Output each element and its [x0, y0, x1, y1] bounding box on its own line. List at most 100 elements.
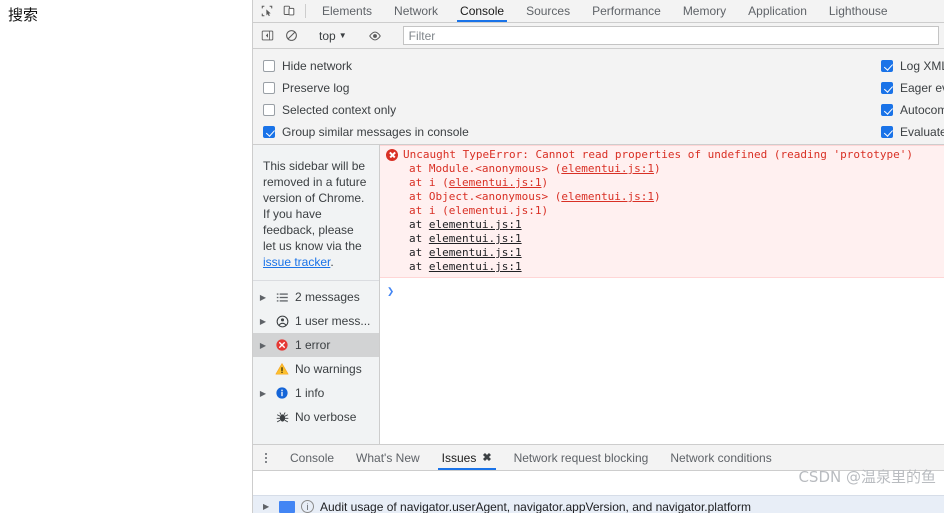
stack-frame-0-suffix: ): [654, 162, 661, 175]
stack-frame-3-prefix: at i (: [409, 204, 449, 217]
setting-evaluate-triggers[interactable]: Evaluate: [881, 121, 944, 143]
console-filter-input[interactable]: [402, 26, 939, 45]
close-icon[interactable]: ✖: [482, 451, 491, 464]
issue-tracker-link[interactable]: issue tracker: [263, 255, 330, 269]
sidebar-item-verbose[interactable]: ▶ No verbose: [253, 405, 379, 429]
stack-frame-4-link[interactable]: elementui.js:1: [429, 218, 522, 231]
setting-log-xhr[interactable]: Log XML: [881, 55, 944, 77]
stack-frame-5: at elementui.js:1: [380, 232, 944, 246]
expand-arrow-icon[interactable]: ▶: [257, 389, 269, 398]
console-message-list: Uncaught TypeError: Cannot read properti…: [380, 145, 944, 444]
log-xhr-checkbox[interactable]: [881, 60, 893, 72]
sidebar-item-info-label: 1 info: [295, 386, 325, 400]
sidebar-item-errors[interactable]: ▶ 1 error: [253, 333, 379, 357]
stack-frame-2-link[interactable]: elementui.js:1: [561, 190, 654, 203]
console-error-message[interactable]: Uncaught TypeError: Cannot read properti…: [380, 145, 944, 278]
sidebar-item-verbose-label: No verbose: [295, 410, 357, 424]
sidebar-item-user-messages[interactable]: ▶ 1 user mess...: [253, 309, 379, 333]
evaluate-triggers-checkbox[interactable]: [881, 126, 893, 138]
device-toolbar-icon[interactable]: [278, 0, 300, 22]
preserve-log-label: Preserve log: [282, 81, 350, 95]
console-sidebar-list: ▶ 2 messages ▶ 1 user mess... ▶ 1 error …: [253, 281, 379, 429]
stack-frame-3-link[interactable]: elementui.js:1: [449, 204, 542, 217]
clear-console-icon[interactable]: [279, 25, 303, 47]
inspect-element-icon[interactable]: [256, 0, 278, 22]
sidebar-item-messages[interactable]: ▶ 2 messages: [253, 285, 379, 309]
stack-frame-3: at i (elementui.js:1): [380, 204, 944, 218]
tab-performance[interactable]: Performance: [581, 0, 672, 22]
log-xhr-label: Log XML: [900, 59, 944, 73]
sidebar-item-warnings[interactable]: ▶ No warnings: [253, 357, 379, 381]
console-prompt[interactable]: ❯: [380, 282, 944, 300]
screenshot-root: 搜索 Elements Network Console Sources Perf…: [0, 0, 944, 513]
tab-console[interactable]: Console: [449, 0, 515, 22]
stack-frame-5-prefix: at: [409, 232, 429, 245]
setting-selected-context-only[interactable]: Selected context only: [263, 99, 469, 121]
issue-count-badge: [279, 500, 295, 513]
stack-frame-1-link[interactable]: elementui.js:1: [449, 176, 542, 189]
stack-frame-2: at Object.<anonymous> (elementui.js:1): [380, 190, 944, 204]
setting-group-similar[interactable]: Group similar messages in console: [263, 121, 469, 143]
stack-frame-1-suffix: ): [541, 176, 549, 189]
drawer-tab-network-conditions[interactable]: Network conditions: [659, 445, 782, 470]
selected-context-only-checkbox[interactable]: [263, 104, 275, 116]
sidebar-notice-text-2: .: [330, 255, 334, 269]
eager-evaluation-checkbox[interactable]: [881, 82, 893, 94]
more-options-icon[interactable]: [253, 445, 279, 470]
tab-network-label: Network: [394, 4, 439, 18]
stack-frame-6-link[interactable]: elementui.js:1: [429, 246, 522, 259]
drawer-tab-console[interactable]: Console: [279, 445, 345, 470]
tab-network[interactable]: Network: [383, 0, 449, 22]
issue-list-item[interactable]: ▶ i Audit usage of navigator.userAgent, …: [253, 495, 944, 513]
drawer-tab-list: Console What's New Issues ✖ Network requ…: [253, 445, 944, 471]
expand-arrow-icon[interactable]: ▶: [263, 502, 273, 511]
expand-arrow-icon[interactable]: ▶: [257, 317, 269, 326]
tab-application[interactable]: Application: [737, 0, 818, 22]
sidebar-item-user-messages-label: 1 user mess...: [295, 314, 371, 328]
autocomplete-checkbox[interactable]: [881, 104, 893, 116]
setting-eager-evaluation[interactable]: Eager ev: [881, 77, 944, 99]
tab-console-label: Console: [460, 4, 505, 18]
group-similar-label: Group similar messages in console: [282, 125, 469, 139]
verbose-icon: [274, 409, 290, 425]
page-search-label: 搜索: [8, 6, 39, 24]
devtools-drawer: Console What's New Issues ✖ Network requ…: [253, 444, 944, 513]
stack-frame-4: at elementui.js:1: [380, 218, 944, 232]
tab-elements[interactable]: Elements: [311, 0, 383, 22]
console-filter-toolbar: top ▼: [253, 23, 944, 49]
expand-arrow-icon[interactable]: ▶: [257, 293, 269, 302]
issues-panel-body: ▶ i Audit usage of navigator.userAgent, …: [253, 471, 944, 513]
tab-lighthouse[interactable]: Lighthouse: [818, 0, 899, 22]
eye-icon[interactable]: [363, 25, 387, 47]
error-icon: [386, 149, 398, 161]
setting-autocomplete[interactable]: Autocom: [881, 99, 944, 121]
stack-frame-7-link[interactable]: elementui.js:1: [429, 260, 522, 273]
drawer-tab-whats-new[interactable]: What's New: [345, 445, 431, 470]
drawer-tab-issues[interactable]: Issues ✖: [431, 445, 503, 470]
list-icon: [274, 289, 290, 305]
setting-hide-network[interactable]: Hide network: [263, 55, 469, 77]
preserve-log-checkbox[interactable]: [263, 82, 275, 94]
execution-context-selector[interactable]: top ▼: [314, 26, 352, 46]
expand-arrow-icon[interactable]: ▶: [257, 341, 269, 350]
drawer-tab-console-label: Console: [290, 450, 335, 465]
group-similar-checkbox[interactable]: [263, 126, 275, 138]
tab-application-label: Application: [748, 4, 807, 18]
selected-context-only-label: Selected context only: [282, 103, 397, 117]
console-settings-left-column: Hide network Preserve log Selected conte…: [263, 55, 469, 143]
setting-preserve-log[interactable]: Preserve log: [263, 77, 469, 99]
drawer-tab-network-request-blocking-label: Network request blocking: [513, 450, 649, 465]
stack-frame-1-prefix: at i (: [409, 176, 449, 189]
stack-frame-0-link[interactable]: elementui.js:1: [561, 162, 654, 175]
drawer-tab-network-request-blocking[interactable]: Network request blocking: [503, 445, 660, 470]
tab-memory[interactable]: Memory: [672, 0, 737, 22]
stack-frame-7-prefix: at: [409, 260, 429, 273]
sidebar-toggle-icon[interactable]: [255, 25, 279, 47]
error-headline-text: Uncaught TypeError: Cannot read properti…: [403, 148, 913, 161]
stack-frame-5-link[interactable]: elementui.js:1: [429, 232, 522, 245]
stack-frame-2-prefix: at Object.<anonymous> (: [409, 190, 562, 203]
hide-network-checkbox[interactable]: [263, 60, 275, 72]
sidebar-item-info[interactable]: ▶ 1 info: [253, 381, 379, 405]
stack-frame-0-prefix: at Module.<anonymous> (: [409, 162, 562, 175]
tab-sources[interactable]: Sources: [515, 0, 581, 22]
